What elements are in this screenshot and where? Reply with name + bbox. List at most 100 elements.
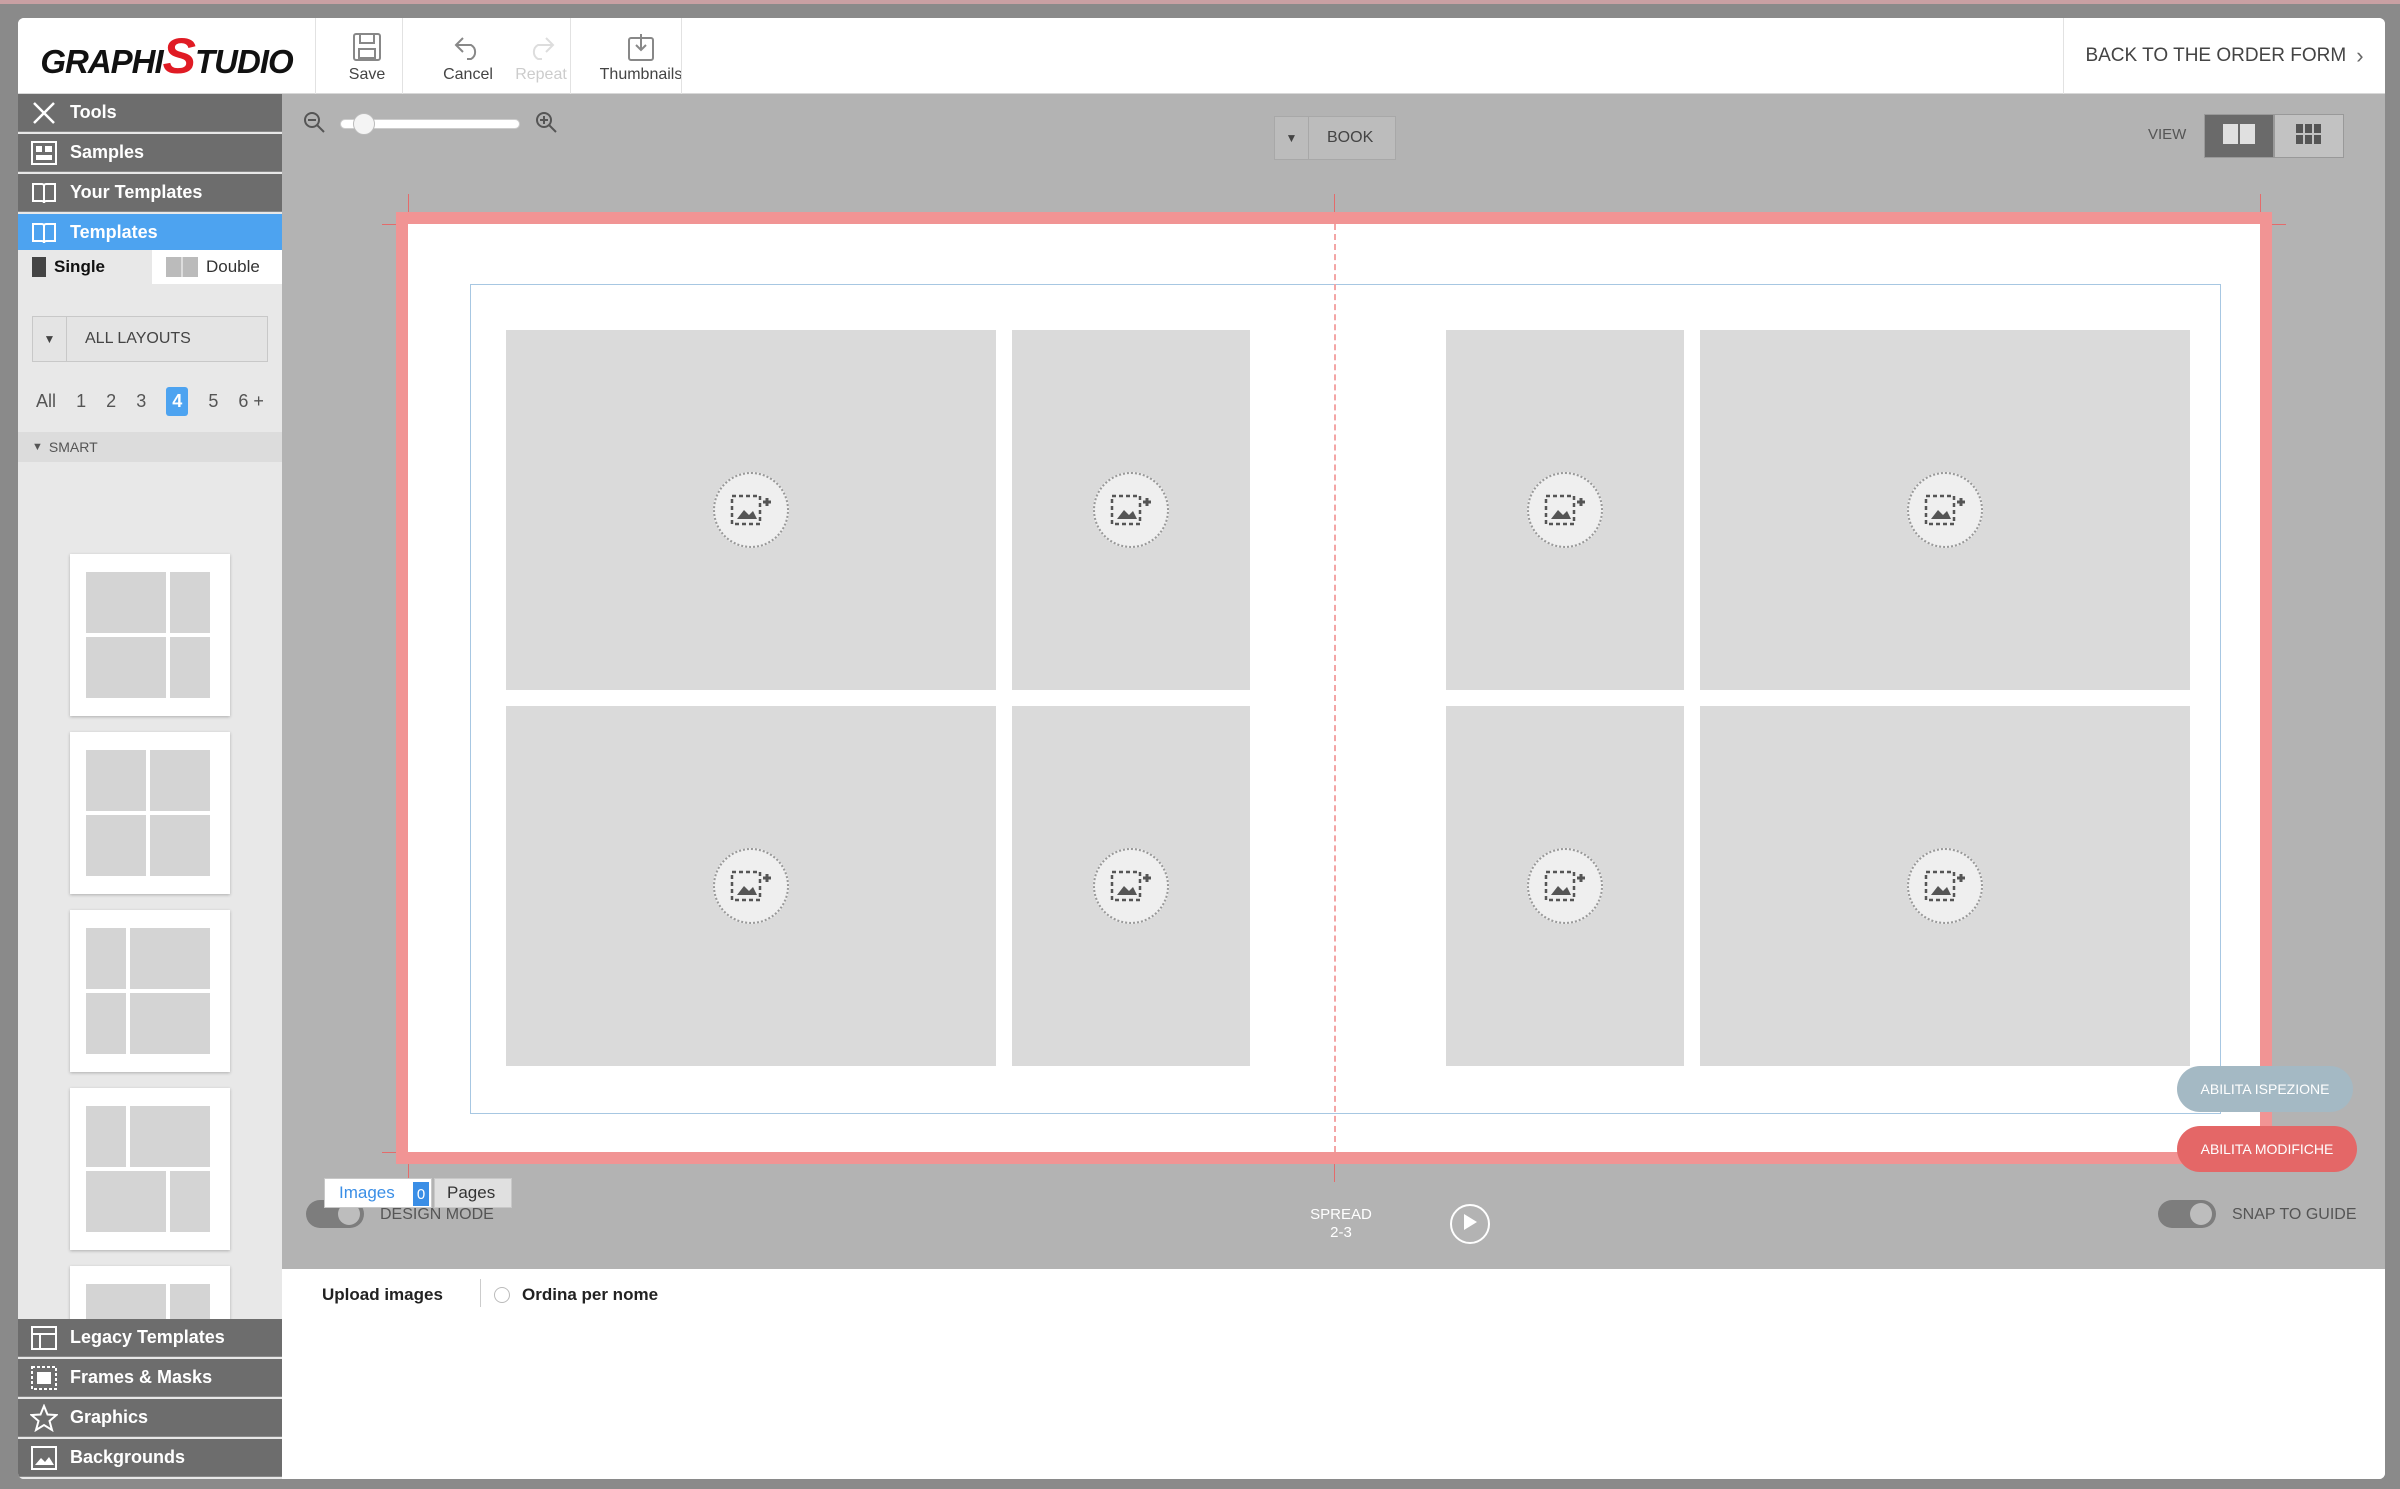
single-spread-view-button[interactable] bbox=[2204, 114, 2274, 158]
sidebar-item-label: Legacy Templates bbox=[70, 1327, 225, 1347]
add-image-icon[interactable] bbox=[713, 848, 789, 924]
smart-section-header[interactable]: ▼ SMART bbox=[18, 432, 282, 462]
undo-icon bbox=[448, 28, 488, 66]
photo-placeholder[interactable] bbox=[1446, 706, 1684, 1066]
caret-down-icon: ▼ bbox=[32, 441, 43, 453]
play-preview-button[interactable] bbox=[1450, 1204, 1490, 1244]
book-icon bbox=[18, 221, 70, 245]
sidebar-item-your-templates[interactable]: Your Templates bbox=[18, 174, 282, 212]
repeat-button[interactable]: Repeat bbox=[498, 18, 584, 94]
chevron-right-icon: › bbox=[2356, 43, 2364, 68]
sort-by-name-label[interactable]: Ordina per nome bbox=[522, 1285, 658, 1305]
product-mode-select[interactable]: ▼ BOOK bbox=[1274, 116, 1396, 160]
caret-down-icon: ▼ bbox=[1275, 117, 1309, 159]
photo-placeholder[interactable] bbox=[1700, 706, 2190, 1066]
enable-edits-button[interactable]: ABILITA MODIFICHE bbox=[2177, 1126, 2357, 1172]
single-page-icon bbox=[32, 257, 46, 277]
photo-placeholder[interactable] bbox=[506, 706, 996, 1066]
page-count-option[interactable]: All bbox=[36, 391, 56, 412]
add-image-icon[interactable] bbox=[713, 472, 789, 548]
thumbnails-label: Thumbnails bbox=[599, 66, 683, 83]
divider bbox=[570, 18, 571, 94]
header-toolbar: GRAPHISTUDIO Save Cancel Repeat Thumbnai… bbox=[18, 18, 2385, 94]
photo-placeholder[interactable] bbox=[1446, 330, 1684, 690]
add-image-icon[interactable] bbox=[1527, 472, 1603, 548]
spread-pages: 2-3 bbox=[1330, 1224, 1352, 1241]
sidebar-item-templates[interactable]: Templates bbox=[18, 214, 282, 252]
tab-images[interactable]: Images 0 bbox=[324, 1178, 432, 1208]
thumb-cell bbox=[86, 1171, 166, 1232]
template-thumbnail[interactable] bbox=[70, 554, 230, 716]
spread-label: SPREAD bbox=[1310, 1206, 1372, 1223]
template-thumbnail[interactable] bbox=[70, 732, 230, 894]
layout-filter-value: ALL LAYOUTS bbox=[85, 330, 191, 347]
thumb-cell bbox=[86, 993, 126, 1054]
editor-window: GRAPHISTUDIO Save Cancel Repeat Thumbnai… bbox=[18, 18, 2385, 1479]
spread-view-icon bbox=[2222, 122, 2256, 151]
page-count-option[interactable]: 3 bbox=[136, 391, 146, 412]
design-canvas-area: ▼ BOOK VIEW ABILITA ISPEZIONE ABILITA MO… bbox=[282, 94, 2385, 1269]
sidebar-item-legacy-templates[interactable]: Legacy Templates bbox=[18, 1319, 282, 1357]
image-library-panel: Upload images Ordina per nome bbox=[282, 1269, 2385, 1479]
window-top-edge bbox=[0, 0, 2400, 4]
sidebar-item-samples[interactable]: Samples bbox=[18, 134, 282, 172]
zoom-slider-handle[interactable] bbox=[353, 113, 376, 135]
sidebar-item-graphics[interactable]: Graphics bbox=[18, 1399, 282, 1437]
sidebar-item-backgrounds[interactable]: Backgrounds bbox=[18, 1439, 282, 1477]
sidebar-item-label: Graphics bbox=[70, 1407, 149, 1427]
thumb-cell bbox=[86, 1106, 126, 1167]
spread-indicator: SPREAD 2-3 bbox=[1296, 1206, 1386, 1242]
tab-pages[interactable]: Pages bbox=[434, 1178, 512, 1208]
enable-inspection-button[interactable]: ABILITA ISPEZIONE bbox=[2177, 1066, 2353, 1112]
layout-filter-select[interactable]: ▼ ALL LAYOUTS bbox=[32, 316, 268, 362]
page-count-option[interactable]: 2 bbox=[106, 391, 116, 412]
thumb-cell bbox=[86, 637, 166, 698]
add-image-icon[interactable] bbox=[1907, 848, 1983, 924]
photo-placeholder[interactable] bbox=[1012, 706, 1250, 1066]
single-page-toggle[interactable]: Single bbox=[18, 250, 152, 284]
add-image-icon[interactable] bbox=[1527, 848, 1603, 924]
template-thumbnail[interactable] bbox=[70, 910, 230, 1072]
redo-icon bbox=[521, 28, 561, 66]
double-page-icon bbox=[166, 257, 198, 277]
back-label: BACK TO THE ORDER FORM bbox=[2085, 45, 2347, 66]
upload-images-button[interactable]: Upload images bbox=[322, 1285, 443, 1305]
photo-placeholder[interactable] bbox=[1012, 330, 1250, 690]
snap-to-guide-toggle[interactable] bbox=[2158, 1200, 2216, 1228]
tools-icon bbox=[18, 99, 70, 127]
book-spread[interactable] bbox=[396, 212, 2272, 1164]
spread-page-area bbox=[408, 224, 2260, 1152]
divider bbox=[480, 1279, 481, 1307]
zoom-out-icon[interactable] bbox=[302, 110, 326, 139]
sort-by-name-radio[interactable] bbox=[494, 1287, 510, 1303]
add-image-icon[interactable] bbox=[1093, 848, 1169, 924]
add-image-icon[interactable] bbox=[1093, 472, 1169, 548]
page-count-option[interactable]: 1 bbox=[76, 391, 86, 412]
photo-placeholder[interactable] bbox=[1700, 330, 2190, 690]
page-count-option[interactable]: 5 bbox=[208, 391, 218, 412]
back-to-order-form-button[interactable]: BACK TO THE ORDER FORM › bbox=[2063, 18, 2385, 94]
zoom-in-icon[interactable] bbox=[534, 110, 558, 139]
crop-mark bbox=[2260, 194, 2261, 212]
repeat-label: Repeat bbox=[515, 66, 567, 83]
zoom-slider[interactable] bbox=[340, 113, 520, 135]
legacy-templates-icon bbox=[18, 1325, 70, 1350]
samples-icon bbox=[18, 140, 70, 165]
section-label: SMART bbox=[48, 439, 98, 455]
cancel-label: Cancel bbox=[443, 66, 493, 83]
page-count-option[interactable]: 6 + bbox=[238, 391, 264, 412]
template-thumbnail[interactable] bbox=[70, 1088, 230, 1250]
photo-placeholder[interactable] bbox=[506, 330, 996, 690]
sidebar-item-frames-masks[interactable]: Frames & Masks bbox=[18, 1359, 282, 1397]
double-page-toggle[interactable]: Double bbox=[152, 250, 282, 284]
page-count-option-selected[interactable]: 4 bbox=[166, 386, 189, 416]
template-thumbnail[interactable] bbox=[70, 1266, 230, 1322]
save-button[interactable]: Save bbox=[330, 18, 404, 94]
add-image-icon[interactable] bbox=[1907, 472, 1983, 548]
sidebar-item-label: Tools bbox=[70, 102, 117, 122]
thumb-cell bbox=[170, 572, 210, 633]
grid-view-button[interactable] bbox=[2274, 114, 2344, 158]
thumb-cell bbox=[86, 750, 146, 811]
sidebar-item-tools[interactable]: Tools bbox=[18, 94, 282, 132]
thumb-cell bbox=[130, 928, 210, 989]
